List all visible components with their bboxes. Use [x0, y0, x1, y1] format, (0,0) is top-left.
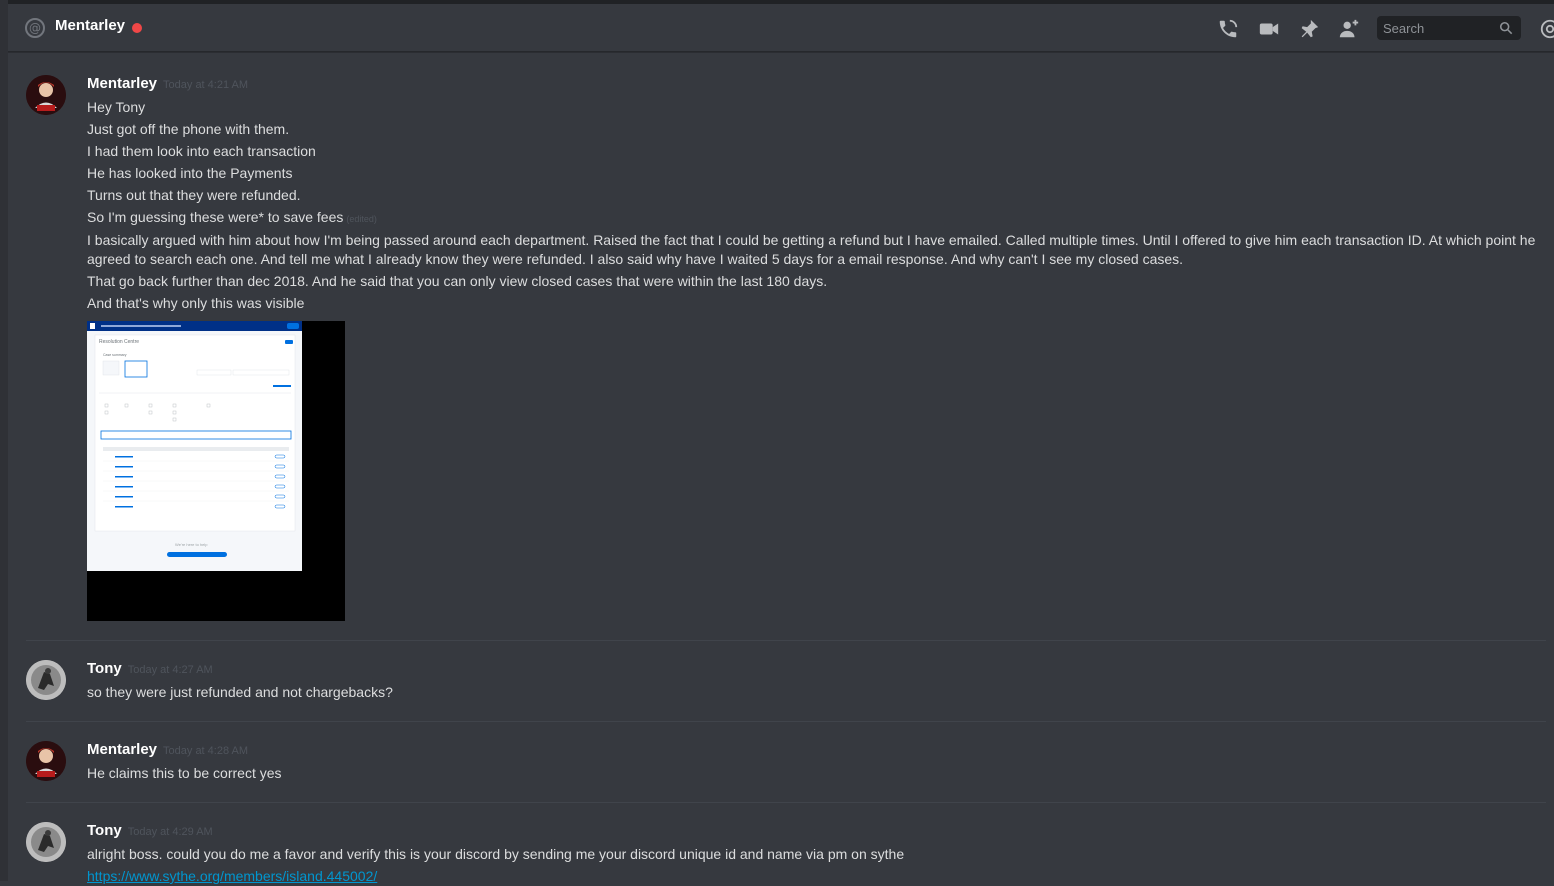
edited-label: (edited) — [346, 214, 377, 224]
username[interactable]: Mentarley Today at 4:21 AM — [87, 75, 248, 92]
message-line: alright boss. could you do me a favor an… — [87, 846, 905, 862]
call-icon[interactable] — [1217, 18, 1239, 40]
attachment-summary-label: Case summary — [103, 353, 127, 357]
message-text: So I'm guessing these were* to save fees — [87, 209, 344, 225]
message-divider — [26, 721, 1546, 722]
attachment-footer-text: We're here to help — [175, 542, 208, 547]
search-input[interactable]: Search — [1377, 16, 1521, 40]
tony-avatar-icon — [26, 822, 66, 862]
mention-icon[interactable] — [1539, 18, 1554, 40]
mentarley-avatar-icon — [26, 741, 66, 781]
timestamp: Today at 4:28 AM — [163, 745, 249, 757]
message-line: I had them look into each transaction — [87, 143, 316, 159]
username-text: Mentarley — [87, 75, 158, 92]
message-link-line: https://www.sythe.org/members/island.445… — [87, 867, 377, 886]
username[interactable]: Mentarley Today at 4:28 AM — [87, 741, 248, 758]
username-text: Tony — [87, 822, 122, 839]
message-line: And that's why only this was visible — [87, 295, 305, 311]
pin-icon[interactable] — [1298, 18, 1320, 40]
channel-name: Mentarley — [55, 17, 126, 34]
avatar[interactable] — [26, 741, 66, 781]
status-dot-icon — [132, 23, 142, 33]
timestamp: Today at 4:29 AM — [127, 826, 213, 838]
username[interactable]: Tony Today at 4:29 AM — [87, 822, 213, 839]
message-divider — [26, 802, 1546, 803]
message-line: That go back further than dec 2018. And … — [87, 273, 828, 289]
message-line: so they were just refunded and not charg… — [87, 684, 393, 700]
attachment-screenshot: Resolution Centre Case summary We're her… — [87, 321, 302, 571]
server-sidebar-edge — [0, 0, 8, 881]
tony-avatar-icon — [26, 660, 66, 700]
timestamp: Today at 4:21 AM — [163, 79, 249, 91]
message-list: Mentarley Today at 4:21 AM Hey Tony Just … — [8, 53, 1554, 884]
message-line: Turns out that they were refunded. — [87, 187, 301, 203]
search-icon — [1499, 21, 1513, 35]
message-divider — [26, 640, 1546, 641]
message-line: He has looked into the Payments — [87, 165, 293, 181]
resolution-centre-preview: Resolution Centre Case summary We're her… — [87, 321, 302, 571]
mentarley-avatar-icon — [26, 75, 66, 115]
message-line: So I'm guessing these were* to save fees… — [87, 208, 377, 229]
message-line: Hey Tony — [87, 99, 146, 115]
image-attachment[interactable]: Resolution Centre Case summary We're her… — [87, 321, 345, 621]
avatar[interactable] — [26, 822, 66, 862]
avatar[interactable] — [26, 660, 66, 700]
search-placeholder: Search — [1383, 21, 1425, 36]
at-icon: @ — [25, 18, 45, 38]
message-line: Just got off the phone with them. — [87, 121, 290, 137]
username[interactable]: Tony Today at 4:27 AM — [87, 660, 213, 677]
avatar[interactable] — [26, 75, 66, 115]
message-line: He claims this to be correct yes — [87, 765, 282, 781]
timestamp: Today at 4:27 AM — [127, 664, 213, 676]
add-friend-icon[interactable] — [1338, 18, 1360, 40]
attachment-title: Resolution Centre — [99, 339, 139, 345]
video-icon[interactable] — [1258, 18, 1280, 40]
channel-header: @ Mentarley Search — [8, 4, 1554, 52]
username-text: Tony — [87, 660, 122, 677]
message-link[interactable]: https://www.sythe.org/members/island.445… — [87, 868, 377, 884]
message-line: I basically argued with him about how I'… — [87, 232, 1536, 267]
username-text: Mentarley — [87, 741, 158, 758]
